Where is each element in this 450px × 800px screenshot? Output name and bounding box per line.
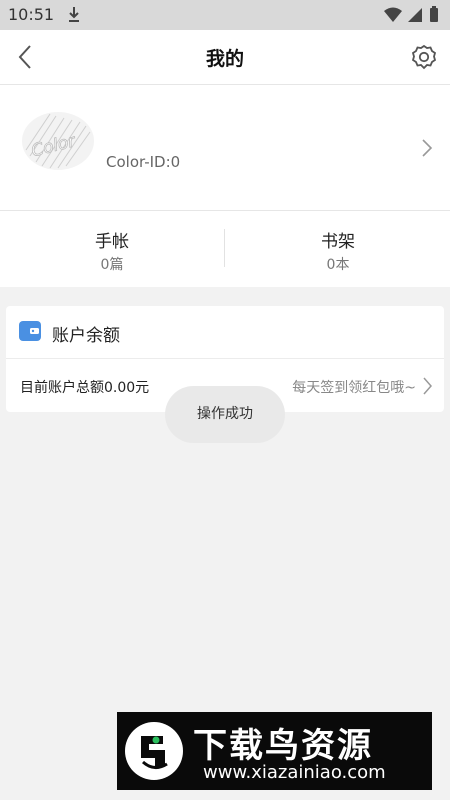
wallet-total: 目前账户总额0.00元: [20, 380, 150, 396]
wifi-icon: [384, 7, 402, 22]
status-time: 10:51: [8, 5, 55, 24]
signal-icon: [408, 8, 422, 22]
checkin-promo-link[interactable]: 每天签到领红包哦~: [292, 377, 416, 397]
download-icon: [69, 7, 79, 22]
chevron-right-icon: [423, 377, 432, 395]
stat-bookshelf-value: 0本: [326, 257, 350, 273]
wallet-header: 账户余额: [6, 306, 444, 359]
bird-logo-icon: [125, 722, 183, 780]
status-bar: 10:51: [0, 0, 450, 30]
chevron-right-icon: [422, 139, 433, 157]
wallet-icon: [19, 321, 41, 341]
settings-button[interactable]: [410, 42, 438, 72]
avatar[interactable]: Color: [20, 110, 96, 172]
color-id-label: Color-ID:0: [106, 153, 181, 171]
watermark-banner: 下载鸟资源 www.xiazainiao.com: [117, 712, 432, 790]
toast-message: 操作成功: [165, 386, 285, 443]
watermark-name: 下载鸟资源: [193, 726, 373, 766]
stat-bookshelf-label: 书架: [321, 232, 355, 252]
status-icons: [384, 6, 438, 22]
battery-icon: [430, 8, 438, 22]
stat-journal-value: 0篇: [100, 257, 124, 273]
stat-bookshelf[interactable]: 书架 0本: [226, 211, 450, 287]
stat-journal-label: 手帐: [95, 232, 129, 252]
profile-card[interactable]: Color Color-ID:0: [0, 85, 450, 211]
stat-journal[interactable]: 手帐 0篇: [0, 211, 224, 287]
page-title: 我的: [205, 48, 244, 70]
app-header: 我的: [0, 30, 450, 85]
gear-icon: [411, 44, 437, 70]
wallet-title: 账户余额: [52, 326, 120, 346]
watermark-url: www.xiazainiao.com: [203, 762, 386, 783]
stats-divider: [224, 229, 225, 267]
stats-row: 手帐 0篇 书架 0本: [0, 211, 450, 287]
